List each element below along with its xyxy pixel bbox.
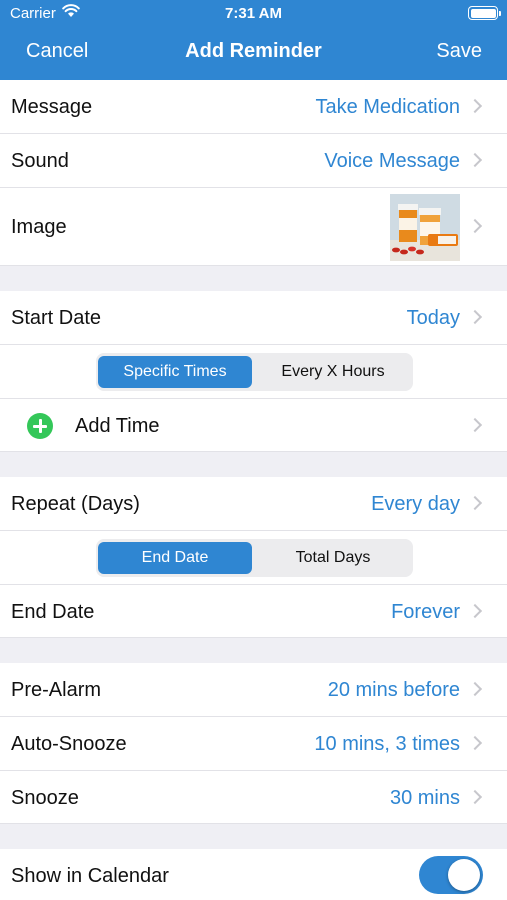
show-in-calendar-toggle[interactable] bbox=[419, 856, 483, 894]
message-label: Message bbox=[11, 96, 93, 118]
sound-row[interactable]: Sound Voice Message bbox=[0, 134, 507, 188]
end-mode-segmented-control: End Date Total Days bbox=[96, 539, 413, 577]
pre-alarm-row[interactable]: Pre-Alarm 20 mins before bbox=[0, 663, 507, 717]
show-in-calendar-label: Show in Calendar bbox=[11, 865, 169, 887]
auto-snooze-label: Auto-Snooze bbox=[11, 733, 127, 755]
time-mode-segmented-control: Specific Times Every X Hours bbox=[96, 353, 413, 391]
status-time: 7:31 AM bbox=[225, 5, 282, 22]
auto-snooze-value: 10 mins, 3 times bbox=[314, 733, 460, 755]
end-date-label: End Date bbox=[11, 601, 95, 623]
nav-bar: Carrier 7:31 AM Cancel Add Reminder Save bbox=[0, 0, 507, 80]
chevron-right-icon bbox=[467, 417, 483, 433]
cancel-button[interactable]: Cancel bbox=[26, 40, 88, 63]
battery-icon bbox=[468, 6, 501, 20]
chevron-right-icon bbox=[467, 735, 483, 751]
toggle-knob bbox=[448, 859, 480, 891]
chevron-right-icon bbox=[467, 218, 483, 234]
image-label: Image bbox=[11, 216, 67, 238]
add-circle-icon bbox=[27, 413, 53, 439]
image-row[interactable]: Image bbox=[0, 188, 507, 266]
chevron-right-icon bbox=[467, 789, 483, 805]
show-in-calendar-row: Show in Calendar bbox=[0, 849, 507, 900]
end-date-row[interactable]: End Date Forever bbox=[0, 585, 507, 638]
chevron-right-icon bbox=[467, 152, 483, 168]
end-date-value: Forever bbox=[391, 601, 460, 623]
add-time-row[interactable]: Add Time bbox=[0, 399, 507, 452]
repeat-value: Every day bbox=[371, 493, 460, 515]
auto-snooze-row[interactable]: Auto-Snooze 10 mins, 3 times bbox=[0, 717, 507, 771]
chevron-right-icon bbox=[467, 681, 483, 697]
message-row[interactable]: Message Take Medication bbox=[0, 80, 507, 134]
message-value: Take Medication bbox=[315, 96, 460, 118]
snooze-label: Snooze bbox=[11, 787, 79, 809]
repeat-label: Repeat (Days) bbox=[11, 493, 140, 515]
save-button[interactable]: Save bbox=[436, 40, 482, 63]
end-mode-row: End Date Total Days bbox=[0, 531, 507, 585]
start-date-label: Start Date bbox=[11, 307, 102, 329]
add-time-label: Add Time bbox=[75, 415, 160, 437]
segment-total-days[interactable]: Total Days bbox=[256, 542, 410, 574]
repeat-row[interactable]: Repeat (Days) Every day bbox=[0, 477, 507, 531]
start-date-value: Today bbox=[406, 307, 460, 329]
chevron-right-icon bbox=[467, 98, 483, 114]
pre-alarm-value: 20 mins before bbox=[327, 679, 460, 701]
pill-bottles-image bbox=[390, 194, 460, 261]
snooze-row[interactable]: Snooze 30 mins bbox=[0, 771, 507, 824]
segment-specific-times[interactable]: Specific Times bbox=[98, 356, 252, 388]
chevron-right-icon bbox=[467, 603, 483, 619]
segment-end-date[interactable]: End Date bbox=[98, 542, 252, 574]
segment-every-x-hours[interactable]: Every X Hours bbox=[256, 356, 410, 388]
pre-alarm-label: Pre-Alarm bbox=[11, 679, 102, 701]
medication-image bbox=[390, 194, 460, 261]
start-date-row[interactable]: Start Date Today bbox=[0, 291, 507, 345]
time-mode-row: Specific Times Every X Hours bbox=[0, 345, 507, 399]
chevron-right-icon bbox=[467, 495, 483, 511]
chevron-right-icon bbox=[467, 309, 483, 325]
status-bar: Carrier 7:31 AM bbox=[0, 0, 507, 28]
sound-value: Voice Message bbox=[324, 150, 460, 172]
sound-label: Sound bbox=[11, 150, 69, 172]
snooze-value: 30 mins bbox=[389, 787, 460, 809]
